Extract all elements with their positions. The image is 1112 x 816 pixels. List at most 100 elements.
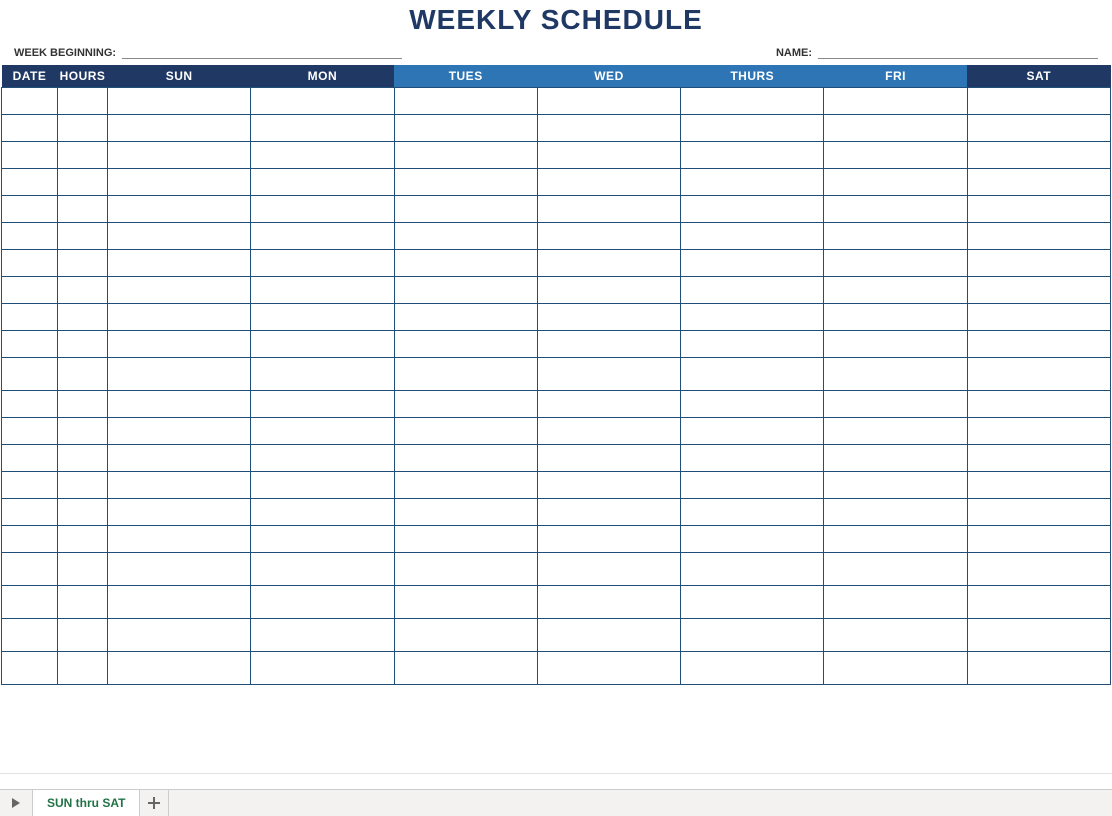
cell-date[interactable]	[2, 553, 58, 586]
cell-sat[interactable]	[967, 586, 1110, 619]
cell-sat[interactable]	[967, 304, 1110, 331]
cell-hours[interactable]	[58, 115, 108, 142]
cell-sun[interactable]	[108, 526, 251, 553]
cell-hours[interactable]	[58, 304, 108, 331]
cell-mon[interactable]	[251, 196, 394, 223]
cell-thurs[interactable]	[681, 358, 824, 391]
cell-sun[interactable]	[108, 169, 251, 196]
cell-wed[interactable]	[537, 142, 680, 169]
cell-thurs[interactable]	[681, 115, 824, 142]
cell-thurs[interactable]	[681, 586, 824, 619]
cell-thurs[interactable]	[681, 277, 824, 304]
cell-sat[interactable]	[967, 331, 1110, 358]
cell-hours[interactable]	[58, 553, 108, 586]
cell-wed[interactable]	[537, 88, 680, 115]
cell-hours[interactable]	[58, 418, 108, 445]
cell-sat[interactable]	[967, 553, 1110, 586]
cell-wed[interactable]	[537, 169, 680, 196]
cell-sat[interactable]	[967, 499, 1110, 526]
cell-thurs[interactable]	[681, 169, 824, 196]
cell-sun[interactable]	[108, 358, 251, 391]
cell-mon[interactable]	[251, 391, 394, 418]
cell-mon[interactable]	[251, 304, 394, 331]
cell-date[interactable]	[2, 619, 58, 652]
cell-tues[interactable]	[394, 304, 537, 331]
cell-mon[interactable]	[251, 499, 394, 526]
cell-thurs[interactable]	[681, 391, 824, 418]
cell-date[interactable]	[2, 586, 58, 619]
cell-thurs[interactable]	[681, 445, 824, 472]
cell-sun[interactable]	[108, 553, 251, 586]
cell-date[interactable]	[2, 652, 58, 685]
cell-fri[interactable]	[824, 418, 967, 445]
cell-tues[interactable]	[394, 391, 537, 418]
cell-wed[interactable]	[537, 526, 680, 553]
cell-sat[interactable]	[967, 250, 1110, 277]
sheet-tab-active[interactable]: SUN thru SAT	[33, 790, 140, 816]
cell-hours[interactable]	[58, 499, 108, 526]
cell-fri[interactable]	[824, 652, 967, 685]
cell-fri[interactable]	[824, 304, 967, 331]
cell-thurs[interactable]	[681, 196, 824, 223]
cell-wed[interactable]	[537, 553, 680, 586]
cell-hours[interactable]	[58, 445, 108, 472]
cell-fri[interactable]	[824, 277, 967, 304]
cell-mon[interactable]	[251, 553, 394, 586]
cell-mon[interactable]	[251, 331, 394, 358]
cell-hours[interactable]	[58, 169, 108, 196]
cell-wed[interactable]	[537, 499, 680, 526]
cell-tues[interactable]	[394, 223, 537, 250]
cell-tues[interactable]	[394, 445, 537, 472]
cell-tues[interactable]	[394, 358, 537, 391]
cell-sat[interactable]	[967, 418, 1110, 445]
cell-thurs[interactable]	[681, 304, 824, 331]
cell-tues[interactable]	[394, 331, 537, 358]
cell-fri[interactable]	[824, 142, 967, 169]
cell-wed[interactable]	[537, 418, 680, 445]
cell-tues[interactable]	[394, 142, 537, 169]
cell-sat[interactable]	[967, 277, 1110, 304]
cell-mon[interactable]	[251, 445, 394, 472]
cell-hours[interactable]	[58, 652, 108, 685]
cell-tues[interactable]	[394, 115, 537, 142]
cell-sun[interactable]	[108, 223, 251, 250]
cell-thurs[interactable]	[681, 499, 824, 526]
cell-sun[interactable]	[108, 499, 251, 526]
cell-fri[interactable]	[824, 391, 967, 418]
cell-thurs[interactable]	[681, 526, 824, 553]
cell-date[interactable]	[2, 526, 58, 553]
cell-fri[interactable]	[824, 553, 967, 586]
cell-mon[interactable]	[251, 223, 394, 250]
name-input[interactable]	[818, 44, 1098, 59]
cell-tues[interactable]	[394, 277, 537, 304]
cell-wed[interactable]	[537, 652, 680, 685]
cell-date[interactable]	[2, 499, 58, 526]
cell-sun[interactable]	[108, 250, 251, 277]
cell-sat[interactable]	[967, 391, 1110, 418]
cell-sat[interactable]	[967, 169, 1110, 196]
cell-fri[interactable]	[824, 331, 967, 358]
cell-hours[interactable]	[58, 223, 108, 250]
cell-date[interactable]	[2, 196, 58, 223]
cell-mon[interactable]	[251, 619, 394, 652]
cell-hours[interactable]	[58, 142, 108, 169]
cell-mon[interactable]	[251, 586, 394, 619]
cell-sun[interactable]	[108, 391, 251, 418]
cell-mon[interactable]	[251, 250, 394, 277]
cell-sun[interactable]	[108, 331, 251, 358]
cell-mon[interactable]	[251, 88, 394, 115]
cell-wed[interactable]	[537, 304, 680, 331]
cell-sun[interactable]	[108, 88, 251, 115]
cell-thurs[interactable]	[681, 652, 824, 685]
cell-hours[interactable]	[58, 358, 108, 391]
cell-mon[interactable]	[251, 277, 394, 304]
cell-wed[interactable]	[537, 331, 680, 358]
cell-sat[interactable]	[967, 88, 1110, 115]
cell-hours[interactable]	[58, 391, 108, 418]
cell-thurs[interactable]	[681, 331, 824, 358]
cell-sat[interactable]	[967, 472, 1110, 499]
cell-sat[interactable]	[967, 652, 1110, 685]
cell-hours[interactable]	[58, 586, 108, 619]
cell-mon[interactable]	[251, 418, 394, 445]
cell-wed[interactable]	[537, 619, 680, 652]
